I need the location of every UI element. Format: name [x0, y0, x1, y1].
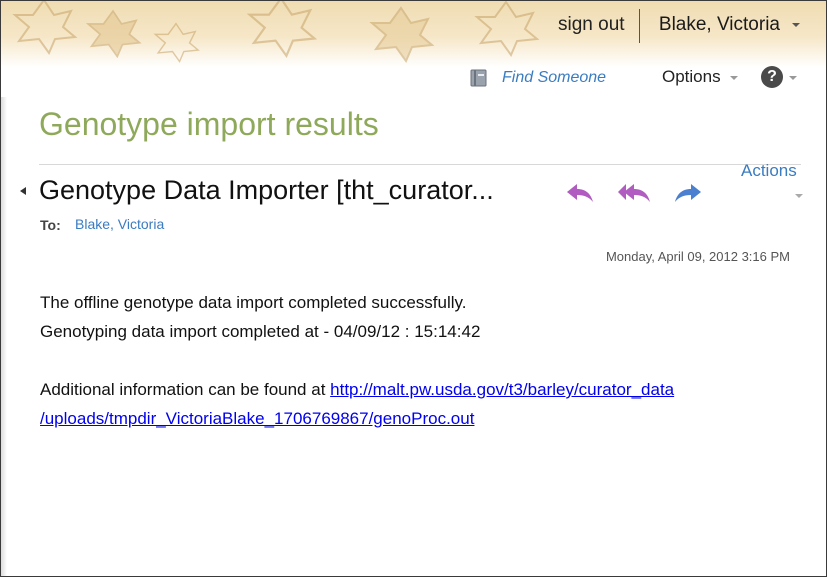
- body-line: Genotyping data import completed at - 04…: [40, 322, 481, 341]
- left-shadow: [1, 97, 7, 576]
- question-icon: ?: [761, 66, 783, 88]
- chevron-down-icon: [729, 76, 738, 80]
- collapse-toggle-icon[interactable]: [20, 187, 26, 195]
- forward-icon[interactable]: [673, 181, 703, 205]
- leaf-decoration-icon: [85, 9, 142, 59]
- message-subject: Genotype Data Importer [tht_curator...: [39, 175, 494, 205]
- chevron-down-icon[interactable]: [792, 23, 800, 27]
- options-label: Options: [662, 67, 721, 86]
- page-title: Genotype import results: [39, 106, 379, 142]
- help-button[interactable]: ?: [761, 66, 797, 88]
- body-text: Additional information can be found at: [40, 380, 331, 399]
- chevron-down-icon[interactable]: [795, 194, 803, 198]
- body-line: The offline genotype data import complet…: [40, 293, 467, 312]
- owa-window: sign out Blake, Victoria Find Someone Op…: [0, 0, 827, 577]
- chevron-down-icon: [789, 76, 797, 80]
- reply-icon[interactable]: [565, 181, 595, 205]
- title-divider: [39, 164, 801, 165]
- to-label: To:: [40, 217, 61, 233]
- result-link-continued[interactable]: /uploads/tmpdir_VictoriaBlake_1706769867…: [40, 409, 474, 428]
- result-link[interactable]: http://malt.pw.usda.gov/t3/barley/curato…: [330, 380, 674, 399]
- address-book-icon: [470, 69, 487, 87]
- leaf-decoration-icon: [12, 1, 78, 55]
- find-someone-label: Find Someone: [502, 69, 607, 86]
- options-menu[interactable]: Options: [662, 67, 738, 87]
- message-date: Monday, April 09, 2012 3:16 PM: [605, 249, 790, 264]
- reply-all-icon[interactable]: [616, 181, 652, 205]
- leaf-decoration-icon: [246, 1, 318, 58]
- leaf-decoration-icon: [474, 1, 540, 57]
- find-someone-button[interactable]: Find Someone: [468, 67, 606, 89]
- body-line: Additional information can be found at h…: [40, 380, 674, 400]
- user-name-menu[interactable]: Blake, Victoria: [659, 14, 780, 36]
- actions-menu[interactable]: Actions: [741, 161, 797, 181]
- sign-out-link[interactable]: sign out: [558, 14, 625, 36]
- header-banner: sign out Blake, Victoria: [1, 1, 826, 67]
- recipient-link[interactable]: Blake, Victoria: [75, 216, 164, 232]
- body-line: /uploads/tmpdir_VictoriaBlake_1706769867…: [40, 409, 474, 429]
- leaf-decoration-icon: [153, 22, 200, 63]
- header-divider: [639, 9, 640, 43]
- leaf-decoration-icon: [369, 6, 435, 63]
